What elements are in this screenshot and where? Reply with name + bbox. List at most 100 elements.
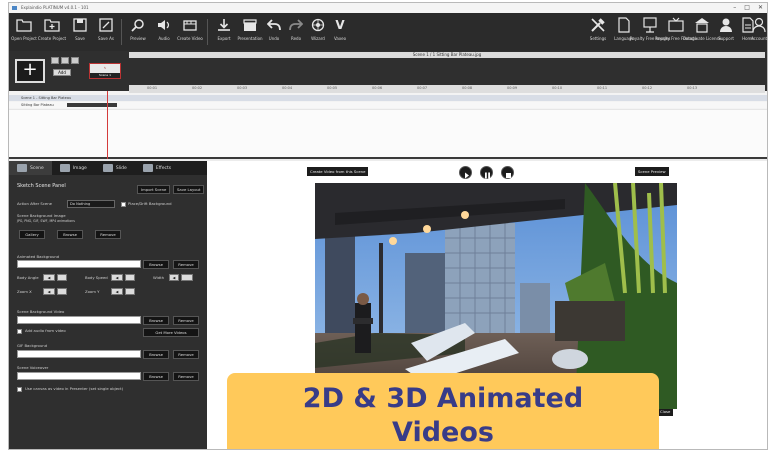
playhead[interactable] — [107, 91, 108, 159]
banner-line-2: Videos — [392, 417, 494, 448]
transparent-bg-checkbox[interactable] — [121, 202, 126, 207]
scene-bg-video-label: Scene Background Video — [17, 309, 65, 314]
export-button[interactable]: Export — [211, 16, 237, 41]
strip-button[interactable] — [61, 57, 69, 64]
animated-bg-input[interactable] — [17, 260, 141, 268]
save-layout-button[interactable]: Save Layout — [173, 185, 205, 194]
preview-button[interactable]: Preview — [125, 16, 151, 41]
minimize-icon[interactable]: – — [733, 3, 736, 13]
browse-button[interactable]: Browse — [57, 230, 83, 239]
body-speed-value[interactable] — [125, 274, 135, 281]
scene-strip-controls — [51, 57, 79, 64]
zoom-x-value[interactable] — [57, 288, 67, 295]
presentation-button[interactable]: Presentation — [237, 16, 263, 41]
gif-bg-label: GIF Background — [17, 343, 48, 348]
close-icon[interactable]: ✕ — [758, 3, 763, 13]
get-more-videos-button[interactable]: Get More Videos — [143, 328, 199, 337]
action-after-scene-select[interactable]: Do Nothing — [67, 200, 115, 208]
ruler-tick: 00:09 — [507, 86, 518, 90]
film-icon — [181, 16, 199, 34]
use-canvas-label: Use canvas as video in Presenter (set si… — [25, 386, 124, 391]
save-as-icon — [97, 16, 115, 34]
banner-line-1: 2D & 3D Animated — [302, 383, 584, 414]
window-title: Explaindio PLATINUM v4.0.1 - 101 — [21, 5, 89, 10]
zoom-x-down[interactable]: ◀ — [43, 288, 55, 295]
ruler-tick: 00:06 — [372, 86, 383, 90]
remove-button[interactable]: Remove — [173, 316, 199, 325]
create-project-button[interactable]: Create Project — [38, 16, 66, 41]
body-speed-label: Body Speed — [85, 275, 108, 280]
create-video-button[interactable]: Create Video — [177, 16, 203, 41]
remove-button[interactable]: Remove — [173, 350, 199, 359]
tv-icon — [667, 16, 685, 34]
gif-bg-input[interactable] — [17, 350, 141, 358]
ruler-tick: 00:13 — [687, 86, 698, 90]
stop-button[interactable] — [501, 166, 514, 179]
width-label: Width — [153, 275, 165, 280]
add-scene-icon[interactable]: + — [15, 59, 45, 83]
ruler-tick: 00:07 — [417, 86, 428, 90]
add-audio-checkbox[interactable] — [17, 329, 22, 334]
redo-icon — [287, 16, 305, 34]
body-angle-down[interactable]: ◀ — [43, 274, 55, 281]
audio-button[interactable]: Audio — [151, 16, 177, 41]
v-logo-icon: V — [335, 18, 345, 32]
deactivate-license-button[interactable]: Deactivate License — [683, 16, 721, 41]
browse-button[interactable]: Browse — [143, 350, 169, 359]
play-button[interactable] — [459, 166, 472, 179]
create-video-from-scene-button[interactable]: Create Video from this Scene — [307, 167, 369, 176]
app-window: Explaindio PLATINUM v4.0.1 - 101 – □ ✕ O… — [8, 2, 768, 450]
title-bar: Explaindio PLATINUM v4.0.1 - 101 – □ ✕ — [9, 3, 767, 13]
use-canvas-checkbox[interactable] — [17, 387, 22, 392]
scene-preview-button[interactable]: Scene Preview — [635, 167, 669, 176]
timeline-row-label: Scene 1 - Sitting Bar Plateau — [21, 96, 72, 100]
width-down[interactable]: ◀ — [169, 274, 179, 281]
ruler-tick: 00:01 — [147, 86, 158, 90]
scene-thumbnail[interactable]: ✎ Scene 1 — [89, 63, 121, 79]
scene-thumb-glyph: ✎ — [103, 66, 107, 70]
clapper-icon — [241, 16, 259, 34]
document-icon — [615, 16, 633, 34]
vaxeo-button[interactable]: V Vaxeo — [327, 16, 353, 41]
scene-strip: Scene 1 / 1 Sitting Bar Plateau.jpg + Ad… — [9, 51, 767, 93]
tab-scene[interactable]: Scene — [9, 161, 52, 175]
tab-effects[interactable]: Effects — [135, 161, 179, 175]
search-icon — [129, 16, 147, 34]
action-after-scene-label: Action After Scene — [17, 201, 52, 206]
account-button[interactable]: Account — [749, 16, 767, 41]
width-value[interactable] — [181, 274, 193, 281]
strip-button[interactable] — [71, 57, 79, 64]
zoom-y-value[interactable] — [125, 288, 135, 295]
open-project-button[interactable]: Open Project — [11, 16, 37, 41]
body-speed-down[interactable]: ◀ — [111, 274, 123, 281]
browse-button[interactable]: Browse — [143, 260, 169, 269]
save-button[interactable]: Save — [67, 16, 93, 41]
body-angle-value[interactable] — [57, 274, 67, 281]
tab-slide[interactable]: Slide — [95, 161, 135, 175]
remove-button[interactable]: Remove — [95, 230, 121, 239]
save-as-button[interactable]: Save As — [93, 16, 119, 41]
remove-button[interactable]: Remove — [173, 260, 199, 269]
browse-button[interactable]: Browse — [143, 372, 169, 381]
scene-bg-video-input[interactable] — [17, 316, 141, 324]
remove-button[interactable]: Remove — [173, 372, 199, 381]
ruler-tick: 00:10 — [552, 86, 563, 90]
strip-button[interactable] — [51, 57, 59, 64]
time-ruler: 00:01 00:02 00:03 00:04 00:05 00:06 00:0… — [129, 85, 765, 93]
ruler-tick: 00:05 — [327, 86, 338, 90]
browse-button[interactable]: Browse — [143, 316, 169, 325]
panel-title: Sketch Scene Panel — [17, 183, 66, 189]
pause-button[interactable] — [480, 166, 493, 179]
add-button[interactable]: Add — [53, 69, 71, 76]
maximize-icon[interactable]: □ — [744, 3, 750, 13]
zoom-y-down[interactable]: ◀ — [111, 288, 123, 295]
tab-image[interactable]: Image — [52, 161, 95, 175]
timeline-object-row[interactable]: Sitting Bar Plateau — [9, 102, 767, 108]
settings-button[interactable]: Settings — [585, 16, 611, 41]
scene-voiceover-input[interactable] — [17, 372, 141, 380]
undo-icon — [265, 16, 283, 34]
timeline-track-bar[interactable] — [67, 103, 117, 107]
gallery-button[interactable]: Gallery — [19, 230, 45, 239]
timeline-scene-row[interactable]: Scene 1 - Sitting Bar Plateau — [9, 95, 767, 101]
import-scene-button[interactable]: Import Scene — [137, 185, 171, 194]
